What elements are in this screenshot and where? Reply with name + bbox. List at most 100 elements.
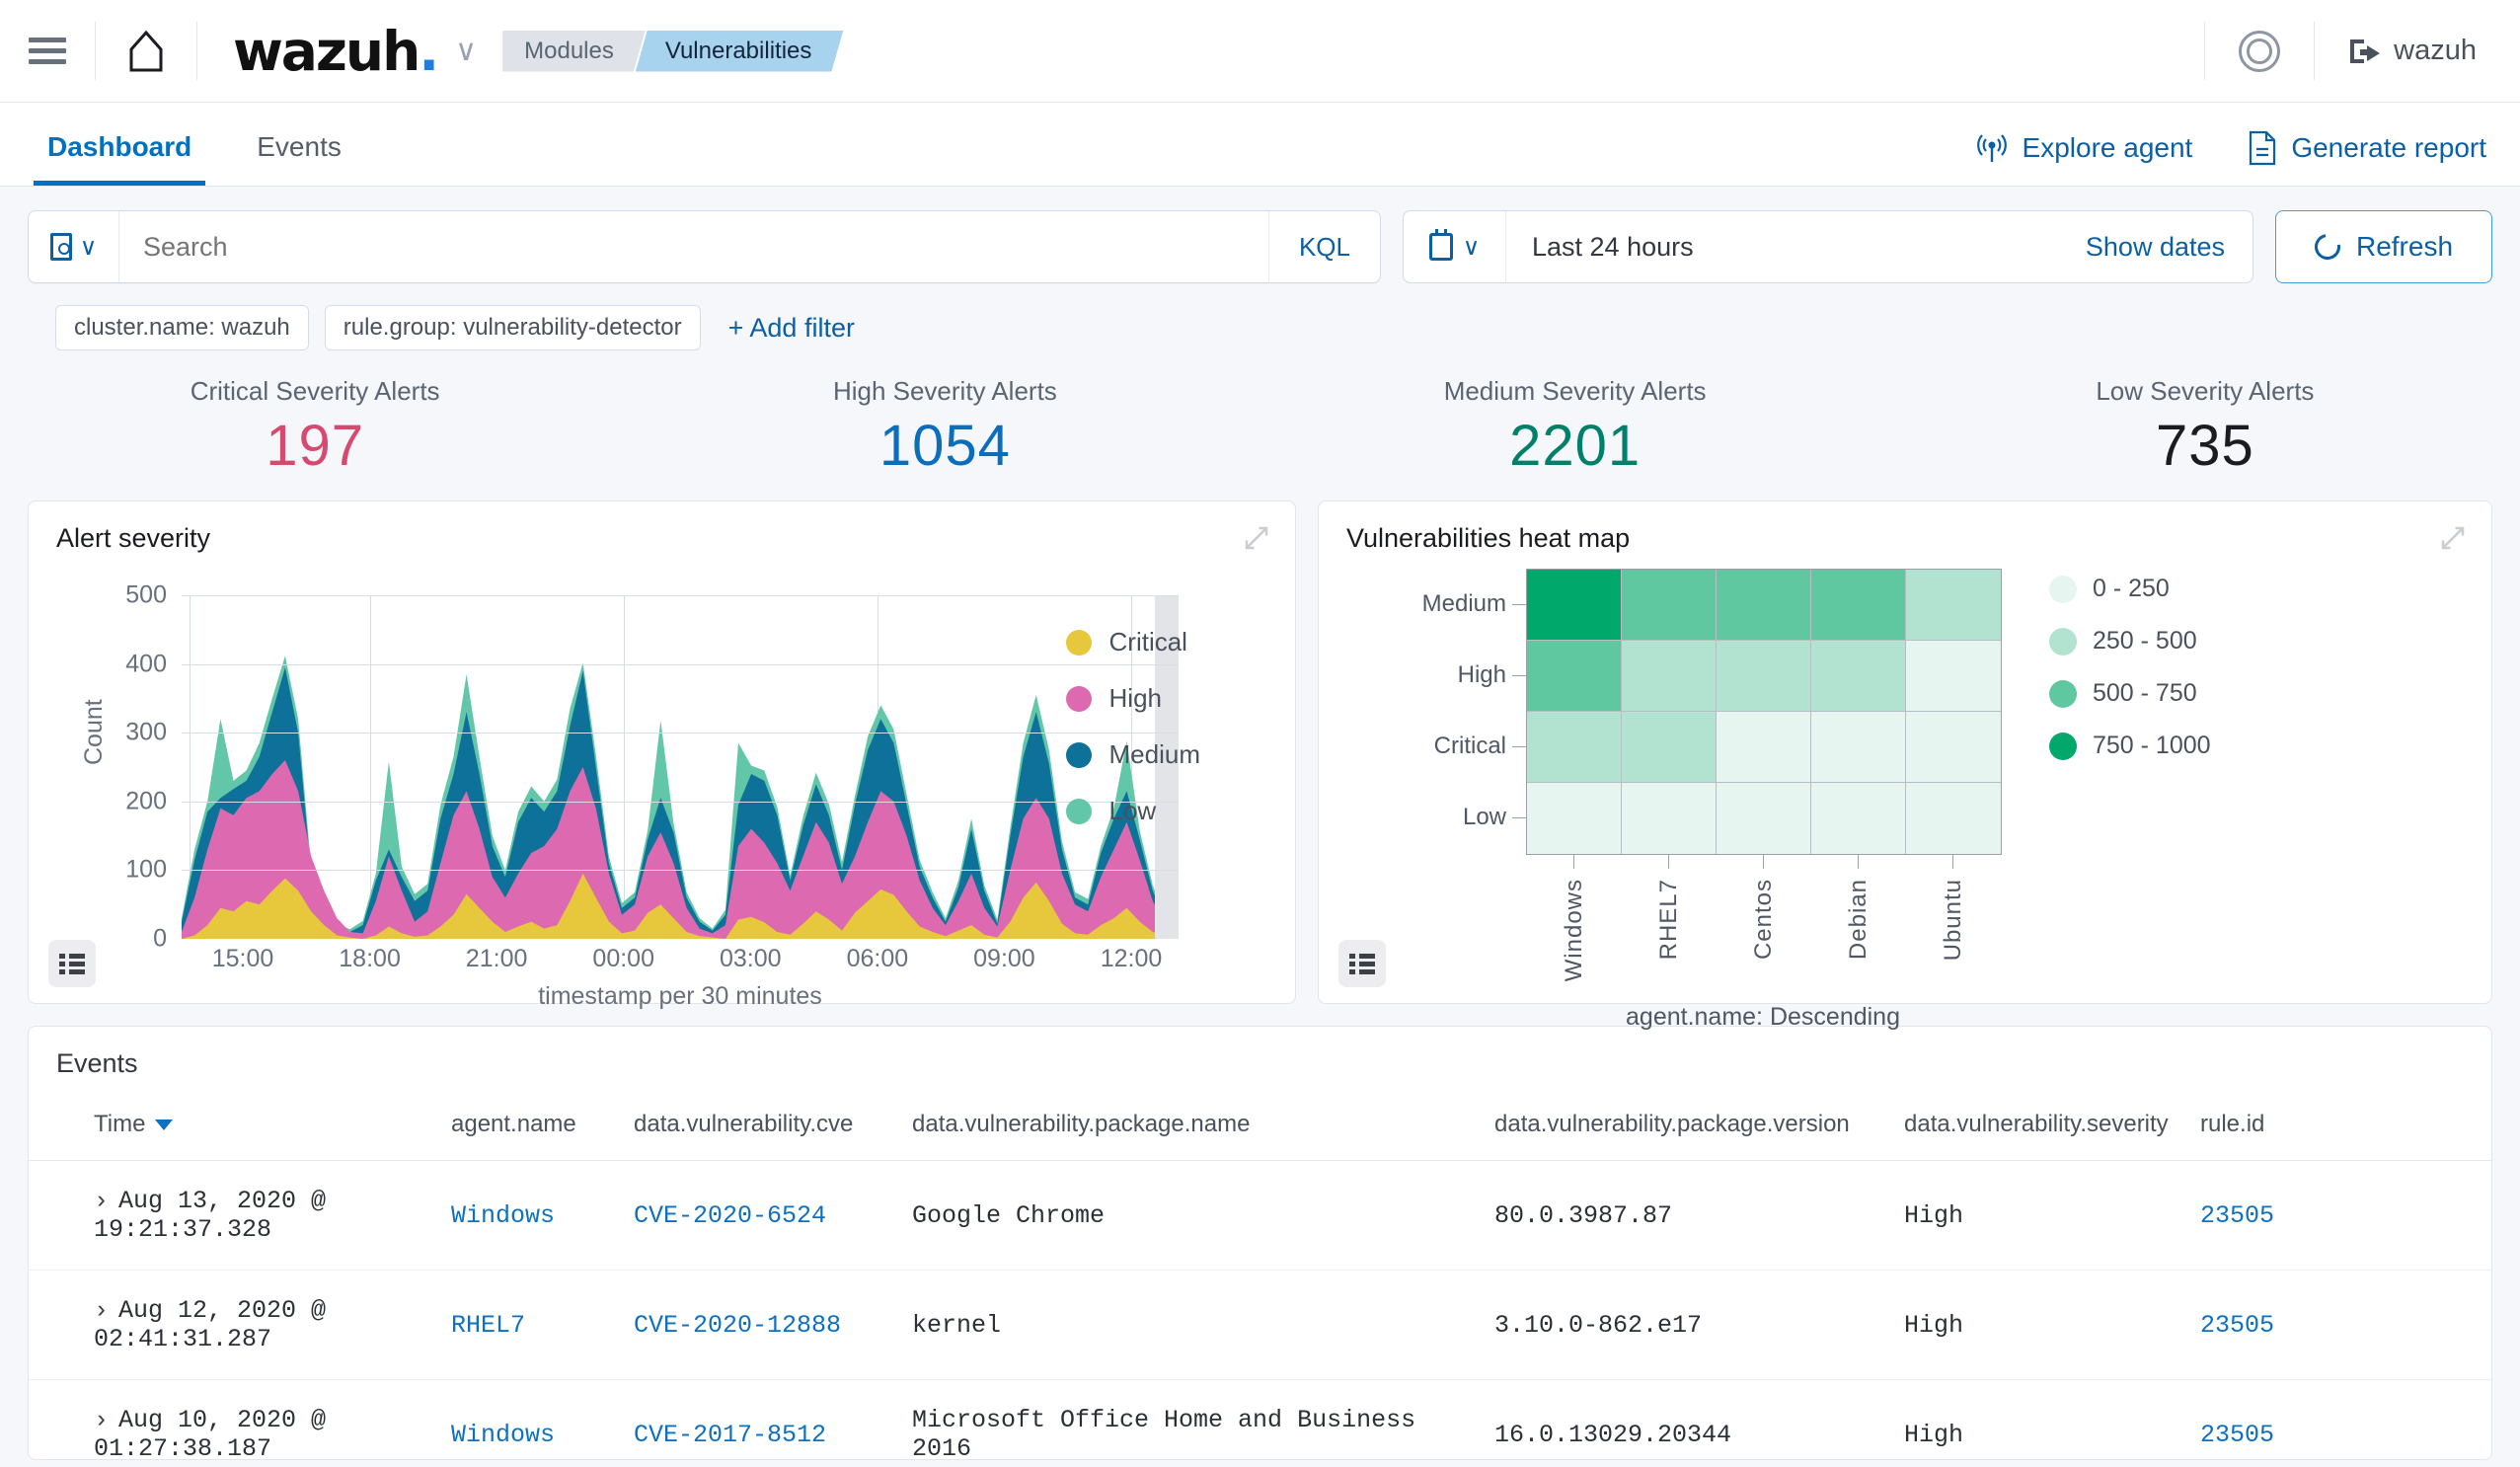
expand-row-icon[interactable]: › xyxy=(94,1296,109,1325)
cell-rule-id[interactable]: 23505 xyxy=(2192,1379,2491,1459)
query-language-button[interactable]: KQL xyxy=(1267,211,1380,282)
cell-package-name: Microsoft Office Home and Business 2016 xyxy=(904,1379,1487,1459)
expand-icon[interactable] xyxy=(1242,523,1271,553)
breadcrumb-vulnerabilities[interactable]: Vulnerabilities xyxy=(636,31,844,72)
heatmap-cell[interactable] xyxy=(1527,641,1622,712)
heatmap-cell[interactable] xyxy=(1906,712,2001,783)
home-button[interactable] xyxy=(96,0,196,102)
refresh-button[interactable]: Refresh xyxy=(2275,210,2492,283)
heatmap-cell[interactable] xyxy=(1906,570,2001,641)
heatmap-legend-item[interactable]: 250 - 500 xyxy=(2049,627,2211,656)
table-row[interactable]: › Aug 13, 2020 @ 19:21:37.328 Windows CVE-2… xyxy=(29,1160,2491,1271)
cell-agent-name[interactable]: Windows xyxy=(443,1379,626,1459)
expand-icon[interactable] xyxy=(2438,523,2468,553)
column-header-agent-name[interactable]: agent.name xyxy=(443,1101,626,1161)
query-bar-area: ∨ KQL ∨ Last 24 hours Show dates Refresh… xyxy=(0,187,2520,350)
panel-alert-severity: Alert severity Count 0 100 200 300 400 500 15… xyxy=(28,501,1296,1011)
column-header-cve[interactable]: data.vulnerability.cve xyxy=(626,1101,904,1161)
menu-button[interactable] xyxy=(0,0,95,102)
legend-item-low[interactable]: Low xyxy=(1065,796,1200,826)
calendar-icon xyxy=(1428,229,1453,261)
cell-agent-name[interactable]: RHEL7 xyxy=(443,1270,626,1380)
legend-item-medium[interactable]: Medium xyxy=(1065,739,1200,770)
status-ring-button[interactable] xyxy=(2205,0,2314,102)
axis-tick xyxy=(1512,604,1526,605)
tab-dashboard[interactable]: Dashboard xyxy=(34,131,206,186)
heatmap-cell[interactable] xyxy=(1622,783,1717,854)
heatmap-cell[interactable] xyxy=(1811,712,1906,783)
x-axis-tick: 09:00 xyxy=(973,945,1035,972)
heatmap-cell[interactable] xyxy=(1622,641,1717,712)
heatmap-cell[interactable] xyxy=(1811,641,1906,712)
heatmap-cell[interactable] xyxy=(1717,712,1811,783)
generate-report-button[interactable]: Generate report xyxy=(2248,130,2486,166)
heatmap-cell[interactable] xyxy=(1622,712,1717,783)
saved-query-button[interactable]: ∨ xyxy=(29,211,119,282)
date-range-label[interactable]: Last 24 hours xyxy=(1506,232,2086,263)
add-filter-button[interactable]: + Add filter xyxy=(717,313,855,344)
cell-rule-id[interactable]: 23505 xyxy=(2192,1270,2491,1380)
cell-cve[interactable]: CVE-2020-12888 xyxy=(626,1270,904,1380)
heatmap-legend-item[interactable]: 500 - 750 xyxy=(2049,679,2211,708)
show-dates-button[interactable]: Show dates xyxy=(2086,232,2253,263)
logout-icon xyxy=(2350,39,2381,64)
column-header-rule-id[interactable]: rule.id xyxy=(2192,1101,2491,1161)
table-row[interactable]: › Aug 12, 2020 @ 02:41:31.287 RHEL7 CVE-202… xyxy=(29,1270,2491,1380)
y-axis-tick: 200 xyxy=(125,787,167,815)
metric-label: Critical Severity Alerts xyxy=(190,376,440,406)
expand-row-icon[interactable]: › xyxy=(94,1187,109,1215)
expand-row-icon[interactable]: › xyxy=(94,1406,109,1434)
explore-agent-label: Explore agent xyxy=(2022,132,2193,163)
filter-pill-cluster-name[interactable]: cluster.name: wazuh xyxy=(55,305,309,350)
heatmap-cell[interactable] xyxy=(1811,570,1906,641)
heatmap-legend-item[interactable]: 0 - 250 xyxy=(2049,575,2211,603)
user-menu-button[interactable]: wazuh xyxy=(2315,0,2520,102)
heatmap-cell[interactable] xyxy=(1717,783,1811,854)
legend-color-dot xyxy=(1065,629,1092,656)
heatmap-column-label: Debian xyxy=(1845,879,1871,961)
cell-time[interactable]: › Aug 10, 2020 @ 01:27:38.187 xyxy=(29,1379,443,1459)
chevron-down-icon[interactable]: ∨ xyxy=(455,34,477,68)
heatmap-legend-item[interactable]: 750 - 1000 xyxy=(2049,732,2211,760)
explore-agent-button[interactable]: Explore agent xyxy=(1975,132,2193,164)
legend-item-high[interactable]: High xyxy=(1065,683,1200,714)
heatmap-cell[interactable] xyxy=(1906,641,2001,712)
gridline xyxy=(182,801,1179,803)
filter-pill-rule-group[interactable]: rule.group: vulnerability-detector xyxy=(324,305,701,350)
cell-agent-name[interactable]: Windows xyxy=(443,1160,626,1271)
heatmap-cell[interactable] xyxy=(1527,783,1622,854)
column-header-package-name[interactable]: data.vulnerability.package.name xyxy=(904,1101,1487,1161)
column-header-package-version[interactable]: data.vulnerability.package.version xyxy=(1487,1101,1896,1161)
table-row[interactable]: › Aug 10, 2020 @ 01:27:38.187 Windows CVE-2… xyxy=(29,1379,2491,1459)
gridline xyxy=(182,595,1179,596)
inspect-list-button[interactable] xyxy=(48,940,96,987)
cell-rule-id[interactable]: 23505 xyxy=(2192,1160,2491,1271)
heatmap-cell[interactable] xyxy=(1622,570,1717,641)
search-input[interactable] xyxy=(119,211,1268,282)
cell-cve[interactable]: CVE-2017-8512 xyxy=(626,1379,904,1459)
y-axis-tick: 500 xyxy=(125,580,167,609)
heatmap-cell[interactable] xyxy=(1527,570,1622,641)
cell-package-version: 3.10.0-862.e17 xyxy=(1487,1270,1896,1380)
tab-events[interactable]: Events xyxy=(243,131,355,186)
x-axis-ticks: 15:00 18:00 21:00 00:00 03:00 06:00 09:00 12:00 xyxy=(182,945,1179,984)
breadcrumb-modules[interactable]: Modules xyxy=(502,31,646,72)
saved-query-icon xyxy=(49,233,72,261)
heatmap-cell[interactable] xyxy=(1906,783,2001,854)
column-header-severity[interactable]: data.vulnerability.severity xyxy=(1896,1101,2192,1161)
cell-time[interactable]: › Aug 12, 2020 @ 02:41:31.287 xyxy=(29,1270,443,1380)
heatmap-cell[interactable] xyxy=(1811,783,1906,854)
query-bar: ∨ KQL ∨ Last 24 hours Show dates Refresh xyxy=(28,210,2492,283)
alert-severity-chart: Count 0 100 200 300 400 500 15:00 18:00 21:00 00… xyxy=(29,568,1295,1011)
heatmap-cell[interactable] xyxy=(1717,641,1811,712)
cell-time[interactable]: › Aug 13, 2020 @ 19:21:37.328 xyxy=(29,1160,443,1271)
heatmap-cell[interactable] xyxy=(1717,570,1811,641)
calendar-button[interactable]: ∨ xyxy=(1404,211,1506,282)
axis-tick xyxy=(1512,817,1526,818)
legend-item-critical[interactable]: Critical xyxy=(1065,627,1200,657)
inspect-list-button[interactable] xyxy=(1338,940,1386,987)
column-header-time[interactable]: Time xyxy=(29,1101,443,1161)
metric-critical: Critical Severity Alerts 197 xyxy=(0,376,630,479)
cell-cve[interactable]: CVE-2020-6524 xyxy=(626,1160,904,1271)
heatmap-cell[interactable] xyxy=(1527,712,1622,783)
